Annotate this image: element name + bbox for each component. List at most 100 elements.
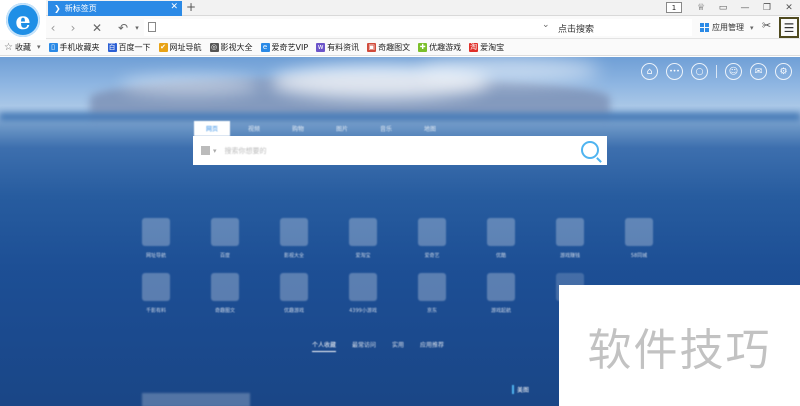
app-manager-button[interactable]: 应用管理 ▾ bbox=[700, 19, 754, 36]
bookmark-item[interactable]: ✚ 优趣游戏 bbox=[418, 42, 461, 53]
bookmark-item[interactable]: ✔ 网址导航 bbox=[158, 42, 202, 53]
search-placeholder: 搜索你想要的 bbox=[224, 146, 267, 155]
tab-title: 新标签页 bbox=[64, 4, 97, 13]
background-cloud bbox=[420, 57, 600, 83]
bookmark-item[interactable]: e 爱奇艺VIP bbox=[260, 42, 309, 53]
search-tab-web[interactable]: 网页 bbox=[194, 121, 230, 136]
speed-dial-tile[interactable] bbox=[142, 218, 170, 246]
address-bar[interactable]: ⌄ 点击搜索 bbox=[144, 19, 692, 36]
bookmark-label: 有料资讯 bbox=[327, 42, 360, 52]
bookmark-item[interactable]: ◎ 影视大全 bbox=[209, 42, 253, 53]
screenshot-scissors-icon[interactable]: ✂ bbox=[762, 19, 771, 32]
feedback-icon[interactable]: ▭ bbox=[712, 1, 734, 15]
main-menu-button[interactable]: ☰ bbox=[779, 17, 799, 38]
back-button[interactable]: ‹ bbox=[44, 19, 62, 36]
minimize-button[interactable]: — bbox=[734, 1, 756, 15]
mail-icon[interactable]: ✉ bbox=[750, 63, 767, 80]
tab-count-badge[interactable]: 1 bbox=[666, 2, 682, 13]
bookmark-icon: 百 bbox=[107, 42, 117, 52]
address-dropdown-icon[interactable]: ⌄ bbox=[542, 20, 550, 30]
search-engine-dropdown-icon[interactable]: ▾ bbox=[213, 147, 217, 155]
browser-logo[interactable]: e bbox=[0, 0, 46, 40]
search-tab-video[interactable]: 视频 bbox=[236, 121, 272, 136]
bookmark-item[interactable]: ▣ 奇趣图文 bbox=[367, 42, 410, 53]
search-engine-icon[interactable] bbox=[201, 146, 210, 155]
stop-button[interactable]: ✕ bbox=[88, 19, 106, 36]
search-tab-images[interactable]: 图片 bbox=[324, 121, 360, 136]
app-manager-dropdown-icon[interactable]: ▾ bbox=[750, 24, 754, 32]
tab-practical[interactable]: 实用 bbox=[392, 340, 404, 352]
tab-app-recommend[interactable]: 应用推荐 bbox=[420, 340, 444, 352]
close-window-button[interactable]: ✕ bbox=[778, 1, 800, 15]
bookmark-label: 手机收藏夹 bbox=[59, 42, 100, 52]
bookmark-label: 影视大全 bbox=[220, 42, 253, 52]
search-icon[interactable] bbox=[581, 141, 599, 159]
search-tab-music[interactable]: 音乐 bbox=[368, 121, 404, 136]
bookmark-label: 收藏 bbox=[15, 42, 31, 52]
ie-logo-icon: e bbox=[6, 3, 40, 37]
user-icon[interactable]: ☺ bbox=[725, 63, 742, 80]
home-icon[interactable]: ⌂ bbox=[641, 63, 658, 80]
restore-button[interactable]: ❐ bbox=[756, 1, 778, 15]
bookmark-label: 网址导航 bbox=[169, 42, 202, 52]
more-apps-icon[interactable]: ••• bbox=[666, 63, 683, 80]
forward-button[interactable]: › bbox=[64, 19, 82, 36]
tab-favicon-icon: ❯ bbox=[54, 4, 61, 13]
bookmark-label: 爱奇艺VIP bbox=[271, 42, 309, 52]
speed-dial-tile[interactable] bbox=[280, 218, 308, 246]
search-category-tabs: 网页 视频 购物 图片 音乐 地图 bbox=[194, 121, 456, 136]
divider bbox=[716, 65, 717, 78]
speed-dial-tile[interactable] bbox=[625, 218, 653, 246]
speed-dial-tile[interactable] bbox=[142, 273, 170, 301]
speed-dial-label: 优趣游戏 bbox=[283, 308, 304, 314]
bookmark-item[interactable]: 百百度一下 bbox=[107, 42, 151, 53]
bottom-news-bar[interactable] bbox=[142, 393, 250, 406]
tab-new-tab-page[interactable]: ❯ 新标签页 ✕ bbox=[48, 1, 182, 16]
bookmark-icon: ✔ bbox=[158, 42, 168, 52]
tab-favorites[interactable]: 个人收藏 bbox=[312, 340, 337, 352]
bookmark-item[interactable]: ▯ 手机收藏夹 bbox=[48, 42, 100, 53]
page-icon bbox=[148, 22, 156, 32]
speed-dial-tile[interactable] bbox=[418, 273, 446, 301]
speed-dial-tile[interactable] bbox=[487, 218, 515, 246]
bookmark-label: 爱淘宝 bbox=[480, 42, 505, 52]
speed-dial-label: 影视大全 bbox=[283, 253, 304, 259]
new-tab-button[interactable]: + bbox=[186, 0, 196, 14]
speed-dial-label: 58同城 bbox=[630, 253, 648, 259]
search-tab-shopping[interactable]: 购物 bbox=[280, 121, 316, 136]
app-manager-label: 应用管理 bbox=[712, 23, 744, 32]
background-horizon bbox=[0, 113, 800, 121]
speed-dial-tile[interactable] bbox=[211, 218, 239, 246]
page-top-icons: ⌂ ••• ○ ☺ ✉ ⚙ bbox=[633, 63, 792, 80]
speed-dial-label: 奇趣图文 bbox=[214, 308, 235, 314]
speed-dial-label: 4399小游戏 bbox=[349, 308, 377, 314]
tab-most-visited[interactable]: 最常访问 bbox=[352, 340, 376, 352]
tab-close-icon[interactable]: ✕ bbox=[170, 2, 178, 12]
speed-dial-tile[interactable] bbox=[349, 218, 377, 246]
search-input[interactable]: ▾ 搜索你想要的 bbox=[193, 136, 607, 165]
bookmark-icon: w bbox=[316, 42, 326, 52]
tab-bar: ❯ 新标签页 ✕ + 1 ♕ ▭ — ❐ ✕ bbox=[0, 0, 800, 16]
speed-dial-tile[interactable] bbox=[487, 273, 515, 301]
corner-label[interactable]: 美图 bbox=[512, 385, 529, 394]
address-search-label[interactable]: 点击搜索 bbox=[558, 22, 594, 35]
search-toggle-icon[interactable]: ○ bbox=[691, 63, 708, 80]
bookmark-icon: e bbox=[260, 42, 270, 52]
favorites-dropdown-icon[interactable]: ▾ bbox=[37, 43, 41, 51]
watermark-text: 软件技巧 bbox=[587, 324, 772, 376]
speed-dial-tile[interactable] bbox=[211, 273, 239, 301]
watermark: 软件技巧 bbox=[559, 285, 800, 406]
bookmark-item[interactable]: ☆ 收藏 ▾ bbox=[4, 42, 41, 53]
speed-dial-label: 游戏赚钱 bbox=[559, 253, 580, 259]
speed-dial-tile[interactable] bbox=[418, 218, 446, 246]
bookmark-item[interactable]: w 有料资讯 bbox=[316, 42, 359, 53]
settings-gear-icon[interactable]: ⚙ bbox=[775, 63, 792, 80]
bookmark-item[interactable]: 淘爱淘宝 bbox=[469, 42, 504, 53]
speed-dial-tile[interactable] bbox=[349, 273, 377, 301]
speed-dial-tile[interactable] bbox=[280, 273, 308, 301]
speed-dial-tile[interactable] bbox=[556, 218, 584, 246]
search-tab-map[interactable]: 地图 bbox=[412, 121, 448, 136]
speed-dial-label: 游戏起航 bbox=[490, 308, 511, 314]
skin-icon[interactable]: ♕ bbox=[690, 1, 712, 15]
navigation-bar: ‹ › ✕ ↶ ▾ ⌄ 点击搜索 应用管理 ▾ ✂ bbox=[0, 16, 800, 39]
